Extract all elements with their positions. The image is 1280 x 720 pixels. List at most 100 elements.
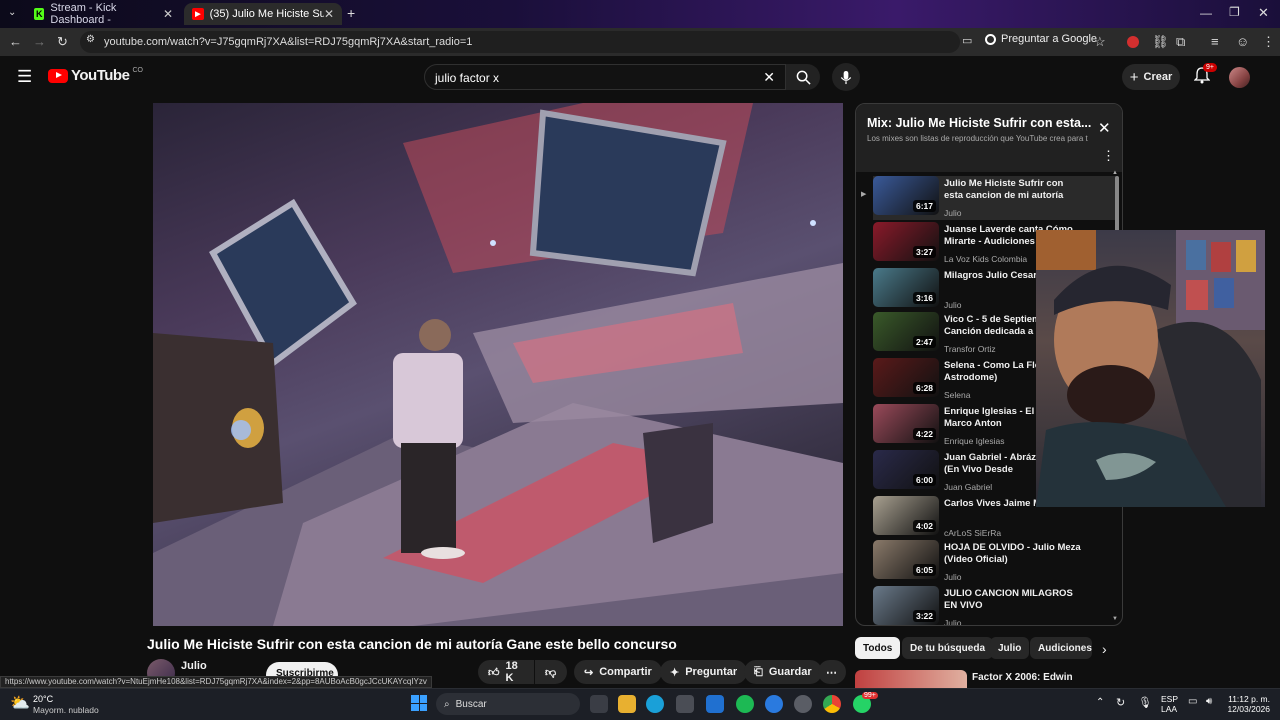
chip-todos[interactable]: Todos xyxy=(855,637,901,659)
channel-name[interactable]: Julio xyxy=(181,660,207,672)
maximize-icon[interactable]: ❐ xyxy=(1229,5,1240,19)
weather-icon[interactable]: ⛅ xyxy=(10,693,30,713)
close-icon[interactable]: ✕ xyxy=(163,7,173,21)
clock[interactable]: 11:12 p. m. 12/03/2026 xyxy=(1226,694,1270,714)
playlist-scrollbar[interactable] xyxy=(1115,176,1119,236)
app-icon[interactable] xyxy=(765,695,783,713)
chip-audiciones[interactable]: Audiciones xyxy=(1030,637,1092,659)
now-playing-icon: ▶ xyxy=(861,191,867,198)
playlist-thumbnail[interactable]: 6:00 xyxy=(873,450,939,489)
streamer-webcam-image xyxy=(1036,230,1265,507)
edge-icon[interactable] xyxy=(646,695,664,713)
obs-icon[interactable] xyxy=(794,695,812,713)
search-icon xyxy=(796,70,811,85)
ask-google-button[interactable]: Preguntar a Google xyxy=(985,33,1097,45)
dislike-button[interactable]: 👎︎ xyxy=(535,660,567,684)
search-input[interactable]: julio factor x ✕ xyxy=(424,64,786,90)
cast-icon[interactable]: ▭ xyxy=(962,34,972,47)
forward-icon[interactable]: → xyxy=(33,34,46,49)
site-info-icon[interactable]: ⚙ xyxy=(86,34,95,45)
tab-kick-dashboard[interactable]: K Stream - Kick Dashboard - ✕ xyxy=(26,2,181,26)
extension-icon[interactable] xyxy=(1127,36,1139,48)
playlist-item[interactable]: 6:05 HOJA DE OLVIDO - Julio Meza (Video O… xyxy=(873,540,1118,584)
tray-mic-icon[interactable]: 🎙︎ xyxy=(1138,696,1152,709)
more-actions-button[interactable]: ⋯ xyxy=(818,660,846,684)
playlist-thumbnail[interactable]: 2:47 xyxy=(873,312,939,351)
video-player[interactable] xyxy=(153,103,843,626)
scroll-down-icon[interactable]: ▼ xyxy=(1112,616,1118,622)
playlist-thumbnail[interactable]: 4:02 xyxy=(873,496,939,535)
file-explorer-icon[interactable] xyxy=(618,695,636,713)
thumbs-down-icon: 👎︎ xyxy=(545,666,557,679)
network-icon[interactable]: ▭ xyxy=(1188,696,1197,707)
address-bar[interactable]: youtube.com/watch?v=J75gqmRj7XA&list=RDJ… xyxy=(80,31,960,53)
chip-de-tu-busqueda[interactable]: De tu búsqueda xyxy=(902,637,994,659)
menu-kebab-icon[interactable]: ⋮ xyxy=(1262,34,1275,50)
playlist-item[interactable]: ▶ 6:17 Julio Me Hiciste Sufrir con esta ca… xyxy=(861,176,1118,220)
share-button[interactable]: ↪ Compartir xyxy=(574,660,662,684)
voice-search-button[interactable] xyxy=(832,63,860,91)
ask-button[interactable]: ✦ Preguntar xyxy=(660,660,748,684)
youtube-favicon-icon: ▶ xyxy=(192,8,204,20)
chrome-icon[interactable] xyxy=(823,695,841,713)
close-icon[interactable]: ✕ xyxy=(324,7,334,21)
thumbs-up-icon: 👍︎ xyxy=(488,666,500,679)
playlist-item-title[interactable]: Julio Me Hiciste Sufrir con esta cancion… xyxy=(944,178,1084,202)
tab-youtube[interactable]: ▶ (35) Julio Me Hiciste Sufrir con ✕ xyxy=(184,3,342,25)
search-button[interactable] xyxy=(786,64,820,90)
reload-icon[interactable]: ↻ xyxy=(57,34,68,50)
youtube-logo[interactable]: YouTube CO xyxy=(48,67,143,84)
google-lens-icon xyxy=(985,33,996,45)
lang-layout: LAA xyxy=(1161,704,1178,714)
new-tab-icon[interactable]: + xyxy=(347,5,355,21)
clear-search-icon[interactable]: ✕ xyxy=(763,69,775,86)
playlist-menu-icon[interactable]: ⋮ xyxy=(1102,148,1115,164)
close-window-icon[interactable]: ✕ xyxy=(1258,5,1269,21)
task-view-icon[interactable] xyxy=(590,695,608,713)
taskbar-search-label: Buscar xyxy=(455,698,487,710)
profile-icon[interactable]: ☺ xyxy=(1236,34,1249,49)
webcam-overlay xyxy=(1036,230,1265,507)
playlist-thumbnail[interactable]: 3:27 xyxy=(873,222,939,261)
playlist-item-title[interactable]: HOJA DE OLVIDO - Julio Meza (Video Ofici… xyxy=(944,542,1084,566)
playlist-thumbnail[interactable]: 3:16 xyxy=(873,268,939,307)
tray-app-icon[interactable]: ↻ xyxy=(1116,696,1125,709)
account-avatar[interactable] xyxy=(1229,67,1250,88)
store-icon[interactable] xyxy=(676,695,694,713)
playlist-thumbnail[interactable]: 6:28 xyxy=(873,358,939,397)
microphone-icon xyxy=(840,70,852,84)
playlist-thumbnail[interactable]: 4:22 xyxy=(873,404,939,443)
playlist-item-title[interactable]: JULIO CANCION MILAGROS EN VIVO xyxy=(944,588,1084,612)
mail-icon[interactable] xyxy=(706,695,724,713)
reading-list-icon[interactable]: ≡ xyxy=(1211,34,1219,49)
playlist-thumbnail[interactable]: 6:17 xyxy=(873,176,939,215)
like-button[interactable]: 👍︎ 18 K xyxy=(478,660,534,684)
extensions-puzzle-icon[interactable]: ⧉ xyxy=(1176,34,1185,50)
chip-julio[interactable]: Julio xyxy=(990,637,1030,659)
hamburger-menu-icon[interactable]: ☰ xyxy=(17,67,32,87)
tab-search-icon[interactable]: ⌄ xyxy=(8,7,16,18)
link-icon[interactable]: ⛓ xyxy=(1152,34,1169,50)
close-icon[interactable]: ✕ xyxy=(1098,119,1111,137)
taskbar-search-box[interactable]: ⌕ Buscar xyxy=(436,693,580,715)
volume-icon[interactable]: 🔊︎ xyxy=(1206,696,1212,707)
playlist-title[interactable]: Mix: Julio Me Hiciste Sufrir con esta... xyxy=(867,116,1091,130)
playlist-thumbnail[interactable]: 3:22 xyxy=(873,586,939,625)
playlist-item[interactable]: 3:22 JULIO CANCION MILAGROS EN VIVO Julio xyxy=(873,586,1118,625)
minimize-icon[interactable]: — xyxy=(1200,6,1212,20)
chips-next-icon[interactable]: › xyxy=(1102,641,1107,657)
spotify-icon[interactable] xyxy=(736,695,754,713)
back-icon[interactable]: ← xyxy=(9,34,22,49)
tray-overflow-icon[interactable]: ⌃ xyxy=(1096,697,1104,708)
save-button[interactable]: ⎗ Guardar xyxy=(744,660,822,684)
notification-badge: 9+ xyxy=(1203,63,1217,72)
windows-start-icon[interactable] xyxy=(411,695,427,711)
notifications-button[interactable]: 9+ xyxy=(1193,63,1217,89)
language-indicator[interactable]: ESP LAA xyxy=(1161,694,1178,714)
create-button[interactable]: + Crear xyxy=(1122,64,1180,90)
playlist-thumbnail[interactable]: 6:05 xyxy=(873,540,939,579)
scroll-up-icon[interactable]: ▲ xyxy=(1112,170,1118,176)
next-video-title[interactable]: Factor X 2006: Edwin xyxy=(972,672,1073,683)
next-video-thumbnail[interactable] xyxy=(855,670,967,688)
weather-temp[interactable]: 20°C xyxy=(33,694,53,704)
